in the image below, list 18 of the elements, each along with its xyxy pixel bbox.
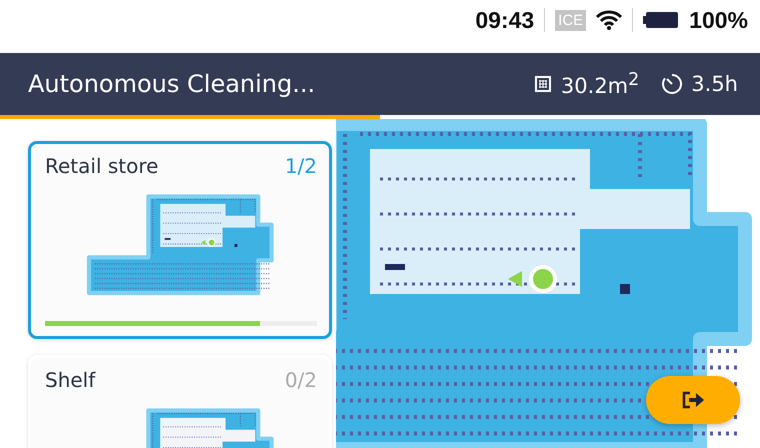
- battery-icon: [643, 11, 680, 29]
- task-card[interactable]: Retail store 1/2: [28, 141, 332, 339]
- network-label: ICE: [555, 10, 586, 30]
- task-name: Shelf: [45, 368, 96, 392]
- area-icon: [532, 74, 553, 94]
- battery-percent: 100%: [689, 6, 748, 34]
- exit-button[interactable]: [646, 376, 740, 424]
- page-title: Autonomous Cleaning...: [28, 70, 316, 98]
- duration-value: 3.5h: [691, 72, 738, 96]
- task-card[interactable]: Shelf 0/2: [28, 355, 332, 448]
- exit-icon: [681, 390, 705, 410]
- status-time: 09:43: [475, 6, 534, 34]
- task-count: 0/2: [284, 368, 317, 392]
- area-value: 30.2m$^{2}$: [560, 70, 640, 98]
- timer-icon: [661, 73, 684, 95]
- wifi-icon: [596, 10, 622, 30]
- task-count: 1/2: [284, 154, 317, 178]
- task-name: Retail store: [45, 154, 158, 178]
